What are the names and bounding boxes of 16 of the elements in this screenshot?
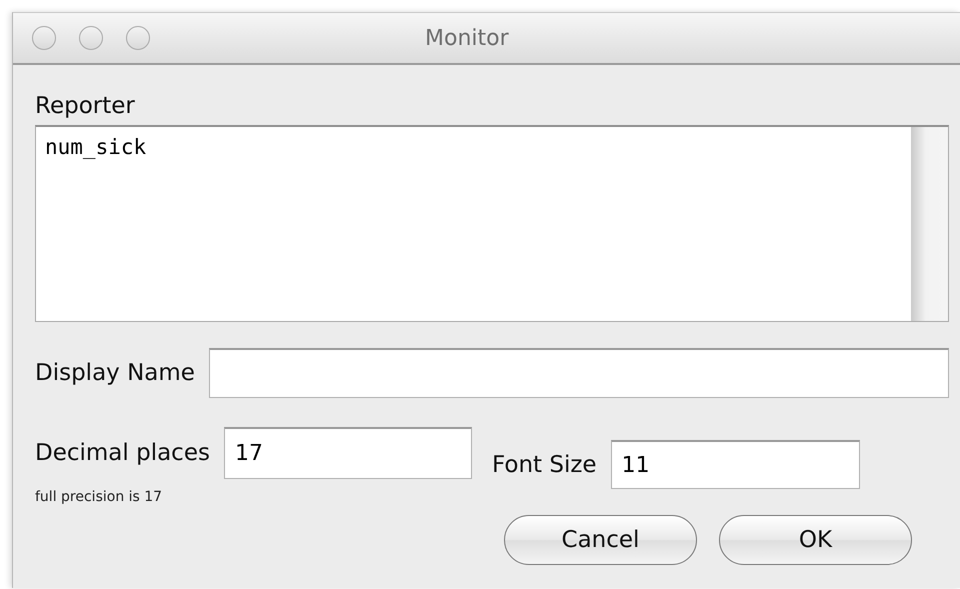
- reporter-label: Reporter: [35, 93, 136, 119]
- display-name-label: Display Name: [35, 360, 195, 386]
- minimize-icon[interactable]: [79, 26, 103, 50]
- reporter-field[interactable]: num_sick: [35, 125, 949, 322]
- input-field[interactable]: [208, 348, 949, 398]
- input-field[interactable]: 17: [224, 427, 472, 479]
- scrollbar-track[interactable]: [911, 127, 948, 321]
- dialog-button[interactable]: Cancel: [504, 515, 697, 565]
- decimal-places-label: Decimal places: [35, 440, 210, 466]
- dialog-button[interactable]: OK: [719, 515, 912, 565]
- font-size-label: Font Size: [492, 452, 597, 478]
- window-title: Monitor: [425, 26, 509, 50]
- close-icon[interactable]: [32, 26, 56, 50]
- input-field[interactable]: 11: [610, 440, 860, 489]
- hint-text: full precision is 17: [35, 489, 164, 505]
- zoom-icon[interactable]: [126, 26, 150, 50]
